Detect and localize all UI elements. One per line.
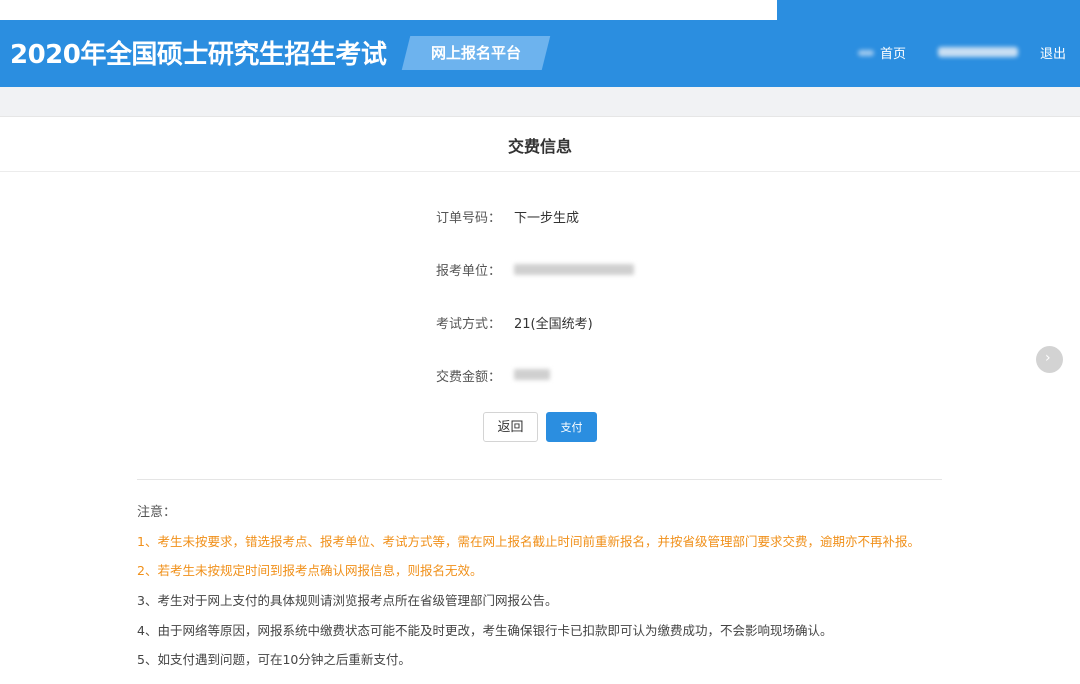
notice-item: 1、考生未按要求，错选报考点、报考单位、考试方式等，需在网上报名截止时间前重新报… — [137, 534, 920, 549]
order-number-label: 订单号码： — [436, 211, 502, 226]
card-title: 交费信息 — [507, 137, 572, 156]
pay-button[interactable]: 支付 — [546, 412, 597, 442]
exam-method-label: 考试方式： — [436, 317, 502, 332]
nav-logout-link[interactable]: 退出 — [1040, 43, 1066, 62]
notice-item: 2、若考生未按规定时间到报考点确认网报信息，则报名无效。 — [137, 563, 483, 578]
order-number-value: 下一步生成 — [514, 211, 580, 226]
payment-info-card: 交费信息 订单号码： 下一步生成 报考单位： 考试方式： 21(全国统考) 交费… — [0, 116, 1080, 684]
amount-label: 交费金额： — [436, 370, 502, 385]
nav-home-link[interactable]: 首页 — [880, 43, 906, 62]
notice-item: 4、由于网络等原因，网报系统中缴费状态可能不能及时更改，考生确保银行卡已扣款即可… — [137, 623, 833, 638]
site-header: 2020年全国硕士研究生招生考试 网上报名平台 首页 退出 — [0, 20, 1080, 87]
divider — [137, 479, 942, 480]
site-title: 2020年全国硕士研究生招生考试 — [10, 40, 387, 70]
exam-method-value: 21(全国统考) — [514, 317, 593, 332]
amount-value-redacted — [514, 369, 550, 380]
unit-label: 报考单位： — [436, 264, 502, 279]
notice-title: 注意： — [137, 505, 177, 520]
nav-username-redacted[interactable] — [938, 47, 1018, 57]
back-button[interactable]: 返回 — [483, 412, 538, 442]
chevron-right-icon: › — [1045, 350, 1051, 366]
card-header: 交费信息 — [0, 117, 1080, 172]
side-scroll-button[interactable]: › — [1036, 346, 1063, 373]
home-icon — [858, 50, 874, 56]
platform-label: 网上报名平台 — [430, 44, 521, 62]
unit-value-redacted — [514, 264, 634, 275]
top-strip-accent — [777, 0, 1080, 20]
notice-item: 5、如支付遇到问题，可在10分钟之后重新支付。 — [137, 652, 411, 667]
notice-item: 3、考生对于网上支付的具体规则请浏览报考点所在省级管理部门网报公告。 — [137, 593, 558, 608]
